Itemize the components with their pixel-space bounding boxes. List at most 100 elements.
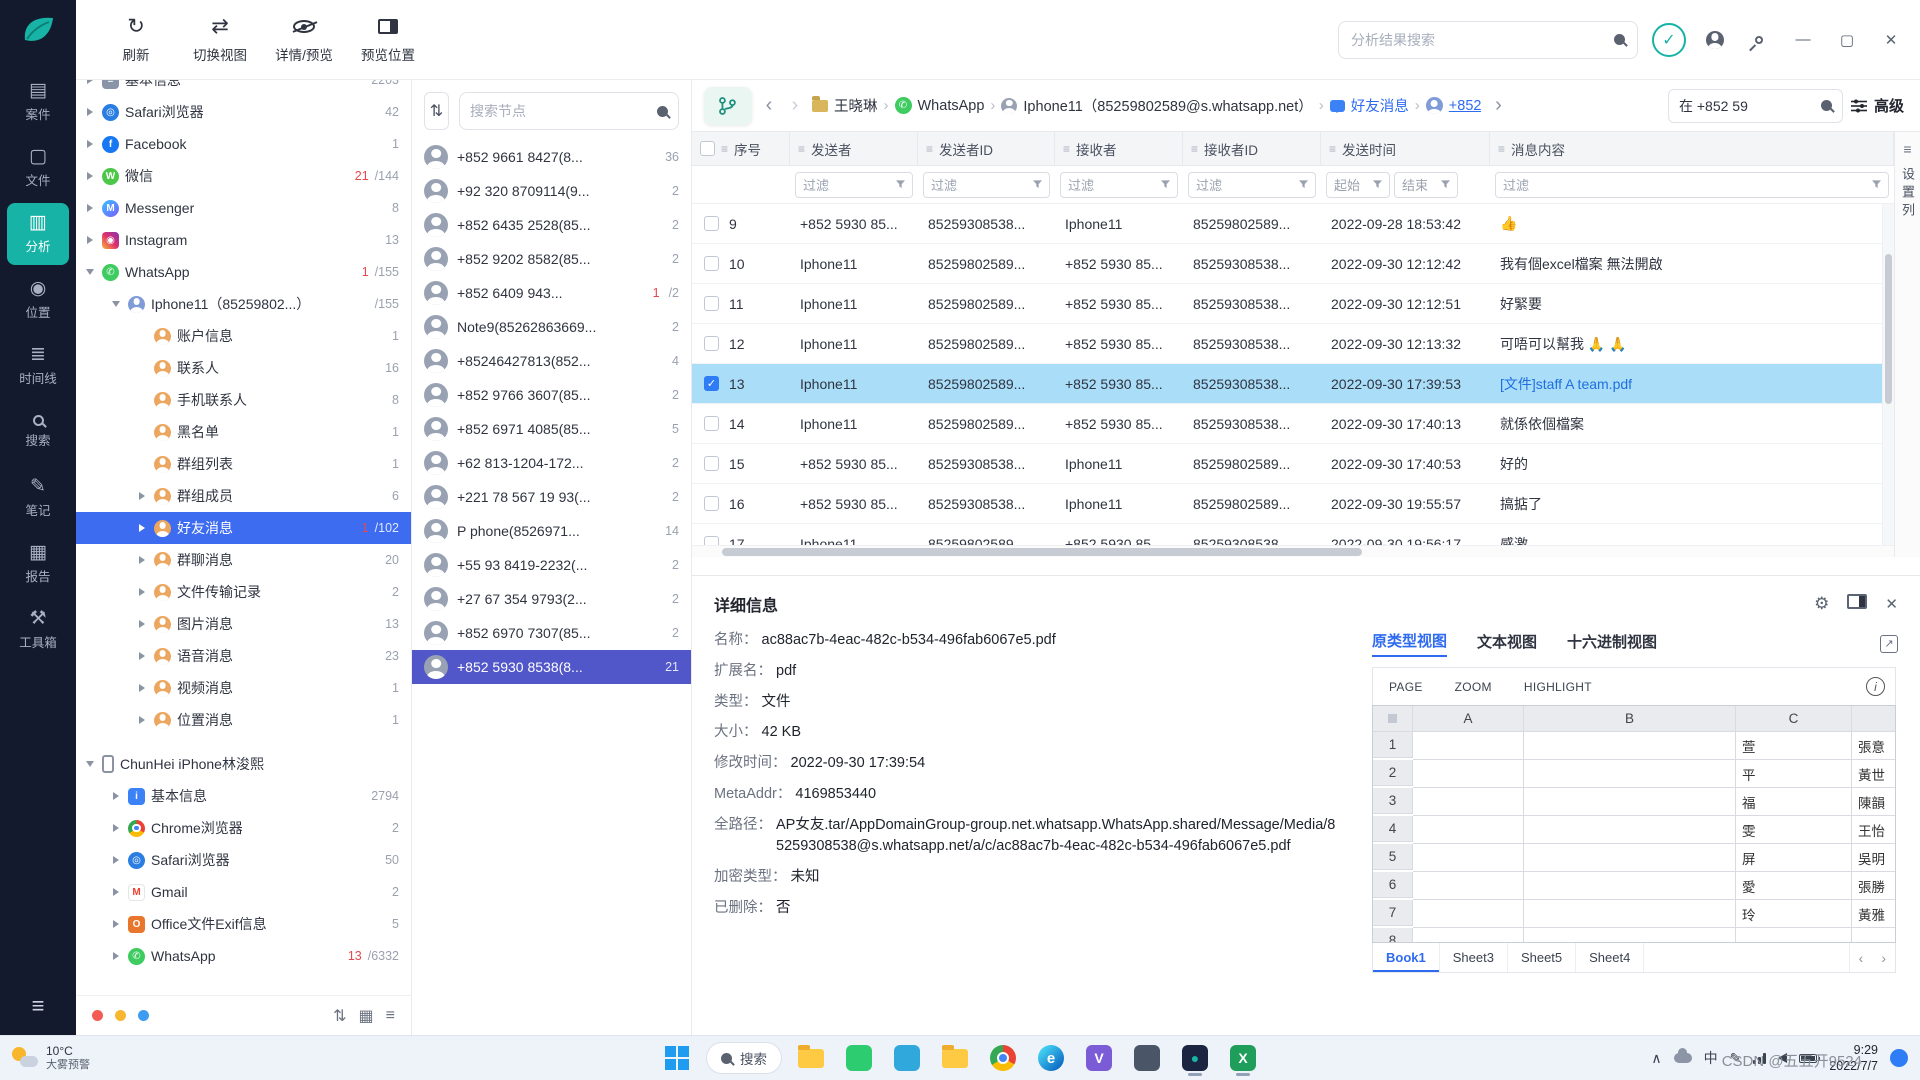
sheet-prev-icon[interactable]: ‹ — [1850, 950, 1873, 966]
table-row[interactable]: 11Iphone1185259802589...+852 5930 85...8… — [692, 284, 1894, 324]
contact-item[interactable]: P phone(8526971...14 — [412, 514, 691, 548]
grid-cell[interactable] — [1524, 788, 1736, 816]
grid-cell[interactable] — [1413, 788, 1524, 816]
select-all-checkbox[interactable] — [700, 141, 715, 156]
funnel-icon[interactable] — [1441, 177, 1450, 192]
table-row[interactable]: 9+852 5930 85...85259308538...Iphone1185… — [692, 204, 1894, 244]
viewer-tool-zoom[interactable]: ZOOM — [1439, 668, 1508, 705]
tree-item[interactable]: Iphone11（85259802...）/155 — [76, 288, 411, 320]
grid-row-number[interactable]: 6 — [1373, 872, 1413, 898]
tree-item[interactable]: OOffice文件Exif信息5 — [76, 908, 411, 940]
funnel-icon[interactable] — [1872, 177, 1881, 192]
funnel-icon[interactable] — [1033, 177, 1042, 192]
chevron-down-icon[interactable] — [84, 269, 96, 275]
funnel-icon[interactable] — [896, 177, 905, 192]
chevron-right-icon[interactable] — [84, 172, 96, 180]
column-header-sender[interactable]: ≡发送者 — [790, 132, 918, 165]
close-details-icon[interactable]: ✕ — [1885, 595, 1898, 613]
menu-icon[interactable]: ≡ — [32, 993, 45, 1019]
grid-cell[interactable]: 黃世 — [1852, 760, 1896, 788]
tree-item[interactable]: 好友消息1/102 — [76, 512, 411, 544]
breadcrumb-item[interactable]: +852 — [1426, 97, 1482, 114]
tree-item[interactable]: 群组列表1 — [76, 448, 411, 480]
contact-item[interactable]: +852 6971 4085(85...5 — [412, 412, 691, 446]
tree-item[interactable]: 视频消息1 — [76, 672, 411, 704]
contact-item[interactable]: +85246427813(852...4 — [412, 344, 691, 378]
chevron-right-icon[interactable] — [110, 856, 122, 864]
grid-row-number[interactable]: 4 — [1373, 816, 1413, 842]
wifi-icon[interactable] — [1753, 1053, 1766, 1064]
in-result-search[interactable] — [1668, 89, 1843, 123]
tree-item[interactable]: ✆WhatsApp13/6332 — [76, 940, 411, 972]
collapse-all-icon[interactable]: ⇅ — [333, 1006, 346, 1026]
tree-item[interactable]: fFacebook1 — [76, 128, 411, 160]
chevron-right-icon[interactable] — [136, 492, 148, 500]
viewer-tool-highlight[interactable]: HIGHLIGHT — [1508, 668, 1608, 705]
status-dot-yellow[interactable] — [115, 1010, 126, 1021]
grid-cell[interactable]: 屏 — [1736, 844, 1852, 872]
table-row[interactable]: 14Iphone1185259802589...+852 5930 85...8… — [692, 404, 1894, 444]
filter-input[interactable]: 过滤 — [1060, 172, 1178, 198]
taskbar-forensics-app[interactable]: ● — [1176, 1039, 1214, 1077]
breadcrumb-overflow-icon[interactable]: › — [1489, 94, 1507, 117]
tree-item[interactable]: 黑名单1 — [76, 416, 411, 448]
table-row[interactable]: 12Iphone1185259802589...+852 5930 85...8… — [692, 324, 1894, 364]
global-search-input[interactable] — [1351, 32, 1606, 48]
clock[interactable]: 9:29 2022/7/7 — [1829, 1042, 1878, 1075]
tree-item[interactable]: ◎Safari浏览器50 — [76, 844, 411, 876]
grid-column-header[interactable]: C — [1736, 706, 1852, 732]
contact-item[interactable]: +852 6409 943...1/2 — [412, 276, 691, 310]
contact-item[interactable]: +852 6435 2528(85...2 — [412, 208, 691, 242]
chevron-right-icon[interactable] — [110, 824, 122, 832]
chevron-right-icon[interactable] — [84, 140, 96, 148]
chevron-right-icon[interactable] — [84, 236, 96, 244]
detail-preview-button[interactable]: 详情/预览 — [266, 9, 342, 71]
node-search-input[interactable] — [470, 103, 651, 119]
sort-button[interactable]: ⇅ — [424, 92, 449, 130]
tree-item[interactable]: ◉Instagram13 — [76, 224, 411, 256]
table-row[interactable]: ✓13Iphone1185259802589...+852 5930 85...… — [692, 364, 1894, 404]
breadcrumb-item[interactable]: 王晓琳 — [812, 95, 878, 116]
row-checkbox[interactable] — [704, 336, 719, 351]
chevron-right-icon[interactable] — [136, 652, 148, 660]
table-row[interactable]: 15+852 5930 85...85259308538...Iphone118… — [692, 444, 1894, 484]
volume-icon[interactable] — [1778, 1053, 1787, 1063]
tree-item[interactable]: 账户信息1 — [76, 320, 411, 352]
grid-cell[interactable] — [1852, 928, 1896, 943]
row-checkbox[interactable] — [704, 536, 719, 545]
rail-item-search[interactable]: 搜索 — [7, 401, 69, 463]
tree-item[interactable]: 群组成员6 — [76, 480, 411, 512]
table-row[interactable]: 16+852 5930 85...85259308538...Iphone118… — [692, 484, 1894, 524]
grid-cell[interactable]: 福 — [1736, 788, 1852, 816]
chevron-right-icon[interactable] — [136, 716, 148, 724]
grid-row-number[interactable]: 1 — [1373, 732, 1413, 758]
grid-cell[interactable] — [1524, 760, 1736, 788]
taskbar-search[interactable]: 搜索 — [706, 1042, 782, 1074]
node-search[interactable] — [459, 92, 679, 130]
chevron-right-icon[interactable] — [110, 792, 122, 800]
grid-row-number[interactable]: 3 — [1373, 788, 1413, 814]
chevron-right-icon[interactable] — [110, 952, 122, 960]
breadcrumb-item[interactable]: ✆WhatsApp — [895, 97, 985, 114]
grid-cell[interactable] — [1736, 928, 1852, 943]
grid-cell[interactable] — [1524, 816, 1736, 844]
filter-input[interactable]: 过滤 — [923, 172, 1050, 198]
grid-column-header[interactable] — [1852, 706, 1896, 732]
grid-cell[interactable]: 黃雅 — [1852, 900, 1896, 928]
grid-cell[interactable] — [1413, 816, 1524, 844]
chevron-right-icon[interactable] — [136, 684, 148, 692]
global-search[interactable] — [1338, 21, 1638, 59]
refresh-button[interactable]: ↻刷新 — [98, 9, 174, 71]
grid-column-header[interactable]: A — [1413, 706, 1524, 732]
tree-item[interactable]: 语音消息23 — [76, 640, 411, 672]
tree-item[interactable]: ◎Safari浏览器42 — [76, 96, 411, 128]
funnel-icon[interactable] — [1373, 177, 1382, 192]
list-view-icon[interactable]: ≡ — [386, 1007, 395, 1025]
sheet-tab[interactable]: Sheet4 — [1576, 943, 1644, 972]
contact-item[interactable]: +221 78 567 19 93(...2 — [412, 480, 691, 514]
tree-item[interactable]: 图片消息13 — [76, 608, 411, 640]
taskbar-explorer[interactable] — [792, 1039, 830, 1077]
vertical-scrollbar-thumb[interactable] — [1885, 254, 1892, 404]
rail-item-note[interactable]: ✎笔记 — [7, 467, 69, 529]
grid-cell[interactable] — [1524, 928, 1736, 943]
